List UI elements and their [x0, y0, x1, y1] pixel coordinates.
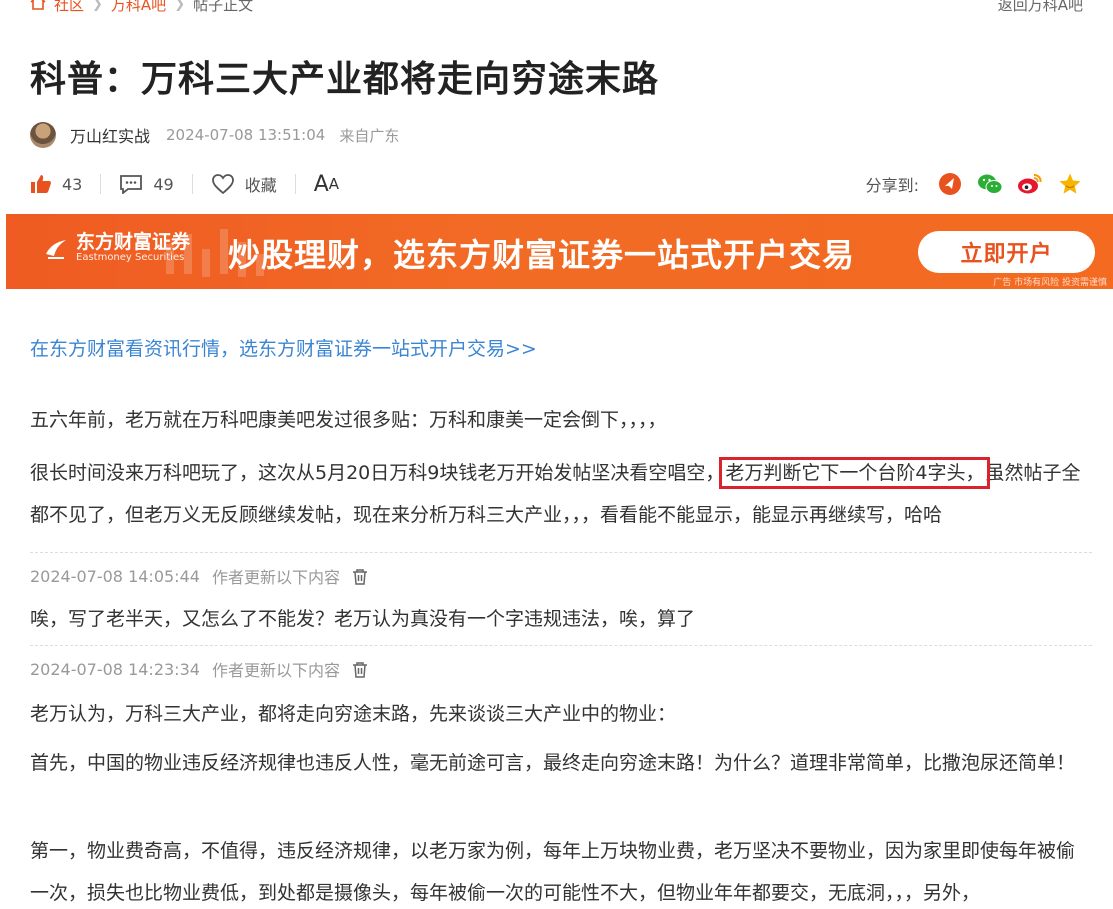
banner-slogan: 炒股理财，选东方财富证券一站式开户交易: [228, 236, 856, 274]
share-weibo-icon[interactable]: [1017, 171, 1043, 197]
avatar[interactable]: [30, 122, 56, 148]
divider: [30, 645, 1092, 646]
share-bar: 分享到:: [866, 168, 1083, 200]
article-paragraph: 很长时间没来万科吧玩了，这次从5月20日万科9块钱老万开始发帖坚决看空唱空，老万…: [30, 452, 1092, 536]
thumbs-up-icon: [31, 175, 51, 193]
update-text: 老万认为，万科三大产业，都将走向穷途末路，先来谈谈三大产业中的物业：: [30, 703, 677, 725]
post-time: 2024-07-08 13:51:04: [166, 126, 326, 144]
breadcrumb-current: 帖子正文: [193, 0, 254, 14]
article-paragraph: 第一，物业费奇高，不值得，违反经济规律，以老万家为例，每年上万块物业费，老万坚决…: [30, 840, 1076, 904]
trash-icon[interactable]: [352, 661, 368, 678]
highlighted-text: 老万判断它下一个台阶4字头，: [719, 457, 991, 489]
update-time: 2024-07-08 14:23:34: [30, 659, 200, 679]
chevron-right-icon: ❯: [174, 0, 186, 12]
font-size-large: A: [313, 171, 329, 197]
eastmoney-logo-icon: [46, 240, 66, 259]
update-text: 唉，写了老半天，又怎么了不能发？老万认为真没有一个字违规违法，唉，算了: [30, 608, 696, 630]
promo-link[interactable]: 在东方财富看资讯行情，选东方财富证券一站式开户交易>>: [30, 334, 537, 361]
comment-count: 49: [153, 174, 174, 194]
author-info: 万山红实战 2024-07-08 13:51:04 来自广东: [30, 120, 399, 150]
comment-icon: [120, 175, 143, 194]
article-paragraph: 首先，中国的物业违反经济规律也违反人性，毫无前途可言，最终走向穷途末路！为什么？…: [30, 752, 1076, 774]
font-size-small: A: [328, 175, 340, 193]
ad-disclaimer: 广告 市场有风险 投资需谨慎: [993, 278, 1107, 288]
home-icon[interactable]: [30, 0, 46, 14]
banner-brand: 东方财富证券: [76, 231, 191, 253]
trash-icon[interactable]: [352, 568, 368, 585]
share-favorite-star-icon[interactable]: [1057, 171, 1083, 197]
update-header: 2024-07-08 14:23:34 作者更新以下内容: [30, 657, 368, 681]
banner-brand-en: Eastmoney Securities: [76, 252, 185, 263]
open-account-button[interactable]: 立即开户: [918, 231, 1095, 273]
post-page: 社区 ❯ 万科A吧 ❯ 帖子正文 返回万科A吧 科普：万科三大产业都将走向穷途末…: [0, 0, 1113, 909]
update-time: 2024-07-08 14:05:44: [30, 566, 200, 586]
ad-banner[interactable]: 东方财富证券 Eastmoney Securities 炒股理财，选东方财富证券…: [6, 214, 1113, 289]
favorite-label: 收藏: [244, 176, 277, 195]
update-header: 2024-07-08 14:05:44 作者更新以下内容: [30, 564, 368, 588]
share-guba-icon[interactable]: [937, 171, 963, 197]
article-paragraph: 五六年前，老万就在万科吧康美吧发过很多贴：万科和康美一定会倒下，，，，: [30, 409, 667, 431]
chevron-right-icon: ❯: [92, 0, 103, 12]
share-wechat-icon[interactable]: [977, 171, 1003, 197]
back-to-forum-link[interactable]: 返回万科A吧: [998, 0, 1083, 15]
like-button[interactable]: 43: [30, 174, 82, 194]
comment-button[interactable]: 49: [119, 174, 174, 194]
breadcrumb-forum[interactable]: 万科A吧: [111, 0, 166, 15]
update-label: 作者更新以下内容: [211, 661, 340, 680]
divider: [294, 174, 296, 194]
breadcrumb-community[interactable]: 社区: [54, 0, 84, 15]
divider: [191, 174, 193, 194]
eastmoney-logo: 东方财富证券 Eastmoney Securities: [42, 232, 190, 264]
breadcrumb: 社区 ❯ 万科A吧 ❯ 帖子正文 返回万科A吧: [30, 0, 1083, 16]
author-name[interactable]: 万山红实战: [70, 123, 150, 147]
like-count: 43: [62, 174, 83, 194]
post-location: 来自广东: [339, 126, 400, 145]
favorite-button[interactable]: 收藏: [211, 172, 277, 196]
divider: [30, 552, 1092, 553]
paragraph-text: 很长时间没来万科吧玩了，这次从5月20日万科9块钱老万开始发帖坚决看空唱空，: [30, 462, 725, 484]
page-title: 科普：万科三大产业都将走向穷途末路: [30, 59, 660, 100]
post-actions: 43 49 收藏 AA 分享到:: [30, 168, 1083, 200]
share-label: 分享到:: [865, 176, 919, 195]
font-size-toggle[interactable]: AA: [314, 172, 339, 197]
update-label: 作者更新以下内容: [211, 568, 340, 587]
divider: [100, 174, 102, 194]
heart-icon: [211, 174, 234, 195]
